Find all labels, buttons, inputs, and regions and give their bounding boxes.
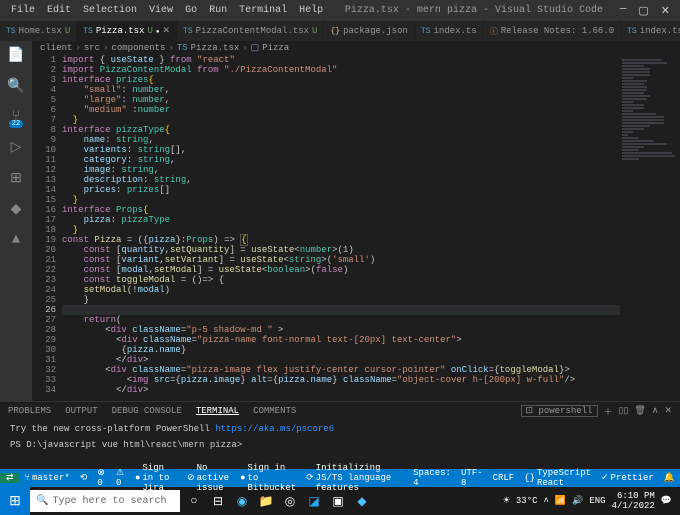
minimap[interactable] [620,55,680,401]
minimize-icon[interactable]: ─ [620,4,627,18]
start-button[interactable]: ⊞ [0,487,30,515]
panel-maximize-icon[interactable]: ∧ [652,406,659,416]
weather-widget[interactable]: ☀ 33°C [502,496,537,506]
search-icon[interactable]: 🔍 [7,78,24,95]
windows-taskbar: ⊞ 🔍 Type here to search ○ ⊟ ◉ 📁 ◎ ◪ ▣ ◆ … [0,487,680,515]
bitbucket-icon[interactable]: ◆ [11,201,22,218]
explorer-folder-icon[interactable]: 📁 [254,487,278,515]
menu-edit[interactable]: Edit [42,3,76,18]
explorer-icon[interactable]: 📄 [7,47,24,64]
terminal-add-icon[interactable]: ＋ [604,405,613,418]
panel-tab-output[interactable]: OUTPUT [65,406,97,416]
panel-tab-problems[interactable]: PROBLEMS [8,406,51,416]
close-icon[interactable]: ✕ [661,4,670,18]
status-prettier[interactable]: ✓ Prettier [596,473,659,483]
debug-icon[interactable]: ▷ [11,139,22,156]
panel-tab-comments[interactable]: COMMENTS [253,406,296,416]
status-lang[interactable]: {} TypeScript React [519,468,596,488]
status-errors[interactable]: ⊗ 0 [92,468,111,488]
task-view-icon[interactable]: ⊟ [206,487,230,515]
terminal-body[interactable]: Try the new cross-platform PowerShell ht… [0,420,680,454]
status-jira[interactable]: ● Sign in to Jira [130,463,182,493]
volume-icon[interactable]: 🔊 [572,496,583,506]
taskbar-search[interactable]: 🔍 Type here to search [30,490,180,512]
wifi-icon[interactable]: 📶 [555,496,566,506]
maximize-icon[interactable]: ▢ [638,4,648,18]
tab-release[interactable]: ⓘRelease Notes: 1.66.0 [484,21,621,41]
source-control-icon[interactable]: ⑂22 [12,109,20,125]
app-icon[interactable]: ◆ [350,487,374,515]
status-sync[interactable]: ⟲ [75,473,93,483]
menu-view[interactable]: View [144,3,178,18]
terminal-trash-icon[interactable]: 🗑 [634,406,645,416]
extensions-icon[interactable]: ⊞ [10,170,22,187]
menu-help[interactable]: Help [294,3,328,18]
terminal-taskbar-icon[interactable]: ▣ [326,487,350,515]
clock[interactable]: 6:10 PM 4/1/2022 [612,491,655,511]
activity-bar: 📄 🔍 ⑂22 ▷ ⊞ ◆ ▲ [0,41,32,401]
menu-terminal[interactable]: Terminal [234,3,292,18]
editor-tabs: TSHome.tsxU TSPizza.tsxU●✕ TSPizzaConten… [0,21,680,41]
tab-indexts[interactable]: TSindex.ts [415,21,484,41]
status-encoding[interactable]: UTF-8 [456,468,488,488]
language-icon[interactable]: ENG [589,496,605,506]
title-bar: File Edit Selection View Go Run Terminal… [0,0,680,21]
code-content[interactable]: import { useState } from "react" import … [62,55,620,401]
panel: PROBLEMS OUTPUT DEBUG CONSOLE TERMINAL C… [0,401,680,469]
menu-go[interactable]: Go [180,3,202,18]
notifications-icon[interactable]: 💬 [661,496,672,506]
terminal-shell-select[interactable]: ⊡ powershell [521,405,598,417]
breadcrumb[interactable]: client› src› components› TSPizza.tsx› ▢P… [32,41,680,55]
line-gutter: 1234567891011121314151617181920212223242… [32,55,62,401]
chrome-icon[interactable]: ◎ [278,487,302,515]
menu-run[interactable]: Run [204,3,232,18]
terminal-split-icon[interactable]: ▯▯ [619,406,629,416]
cortana-icon[interactable]: ○ [182,487,206,515]
panel-close-icon[interactable]: ✕ [664,406,672,416]
status-bar: ⇄ ⑂ master* ⟲ ⊗ 0 ⚠ 0 ● Sign in to Jira … [0,469,680,487]
tab-package[interactable]: {}package.json [324,21,414,41]
status-branch[interactable]: ⑂ master* [20,473,75,483]
vscode-taskbar-icon[interactable]: ◪ [302,487,326,515]
editor[interactable]: 1234567891011121314151617181920212223242… [32,55,680,401]
tab-indextsx[interactable]: TSindex.tsx..\reducersU [621,21,680,41]
tab-close-icon[interactable]: ✕ [162,26,170,36]
status-eol[interactable]: CRLF [488,473,520,483]
menu-selection[interactable]: Selection [78,3,142,18]
tab-pizza[interactable]: TSPizza.tsxU●✕ [77,21,177,41]
menu-bar: File Edit Selection View Go Run Terminal… [0,3,328,18]
window-title: Pizza.tsx - mern pizza - Visual Studio C… [328,5,620,16]
status-warnings[interactable]: ⚠ 0 [111,468,130,488]
tab-modal[interactable]: TSPizzaContentModal.tsxU [177,21,324,41]
atlassian-icon[interactable]: ▲ [12,232,20,248]
edge-icon[interactable]: ◉ [230,487,254,515]
menu-file[interactable]: File [6,3,40,18]
status-spaces[interactable]: Spaces: 4 [408,468,456,488]
remote-icon[interactable]: ⇄ [0,473,20,483]
system-tray[interactable]: ☀ 33°C ˄ 📶 🔊 ENG 6:10 PM 4/1/2022 💬 [502,491,680,511]
status-bell-icon[interactable]: 🔔 [659,473,680,483]
panel-tab-debug[interactable]: DEBUG CONSOLE [112,406,182,416]
tray-chevron-icon[interactable]: ˄ [544,496,549,506]
tab-home[interactable]: TSHome.tsxU [0,21,77,41]
panel-tab-terminal[interactable]: TERMINAL [196,406,239,416]
